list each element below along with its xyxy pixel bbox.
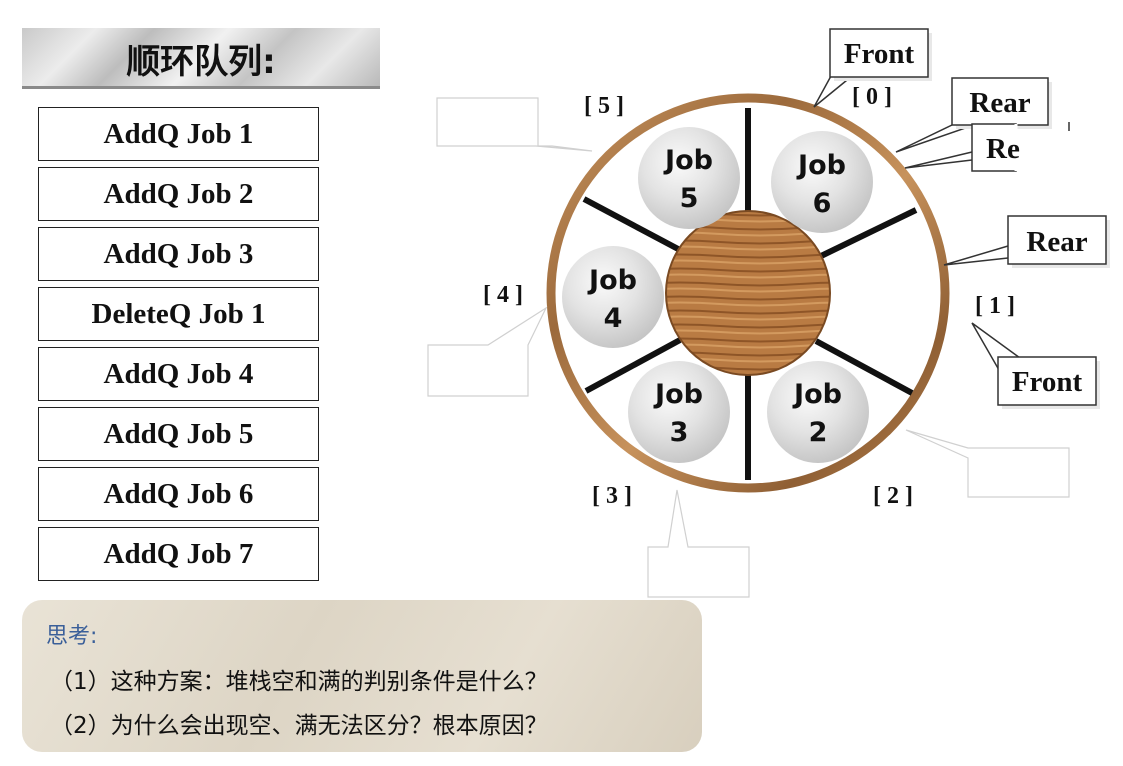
job-3-label: Job <box>653 379 703 410</box>
empty-callout <box>436 97 593 152</box>
empty-callout <box>905 429 1070 498</box>
job-2-number: 2 <box>809 417 828 448</box>
think-title: 思考: <box>46 624 98 649</box>
job-4-number: 4 <box>604 303 623 334</box>
rear-3-label: Rear <box>1026 226 1087 258</box>
job-6-number: 6 <box>813 188 832 219</box>
index-label-5: [ 5 ] <box>584 93 624 119</box>
index-label-0: [ 0 ] <box>852 84 892 110</box>
empty-callout <box>647 489 750 598</box>
think-question-2: （2）为什么会出现空、满无法区分？根本原因？ <box>50 713 548 739</box>
think-box: 思考: （1）这种方案：堆栈空和满的判别条件是什么？ （2）为什么会出现空、满无… <box>22 600 702 752</box>
index-label-1: [ 1 ] <box>975 293 1015 319</box>
index-label-3: [ 3 ] <box>592 483 632 509</box>
rear-1-label: Rear <box>969 87 1030 119</box>
rear-2-label: Re <box>986 133 1020 165</box>
rear-callout-2: Re <box>904 122 1070 172</box>
job-6-label: Job <box>796 150 846 181</box>
job-4-label: Job <box>587 265 637 296</box>
job-2-label: Job <box>792 379 842 410</box>
queue-center-hub <box>665 210 831 376</box>
think-question-1: （1）这种方案：堆栈空和满的判别条件是什么？ <box>50 669 548 695</box>
index-label-4: [ 4 ] <box>483 282 523 308</box>
index-label-2: [ 2 ] <box>873 483 913 509</box>
rear-callout-3: Rear <box>943 215 1110 268</box>
front-callout-right: Front <box>971 322 1100 409</box>
front-right-label: Front <box>1012 366 1083 398</box>
job-5-number: 5 <box>680 183 699 214</box>
front-top-label: Front <box>844 38 915 70</box>
job-3-number: 3 <box>670 417 689 448</box>
empty-callout <box>427 306 548 397</box>
job-5-label: Job <box>663 145 713 176</box>
